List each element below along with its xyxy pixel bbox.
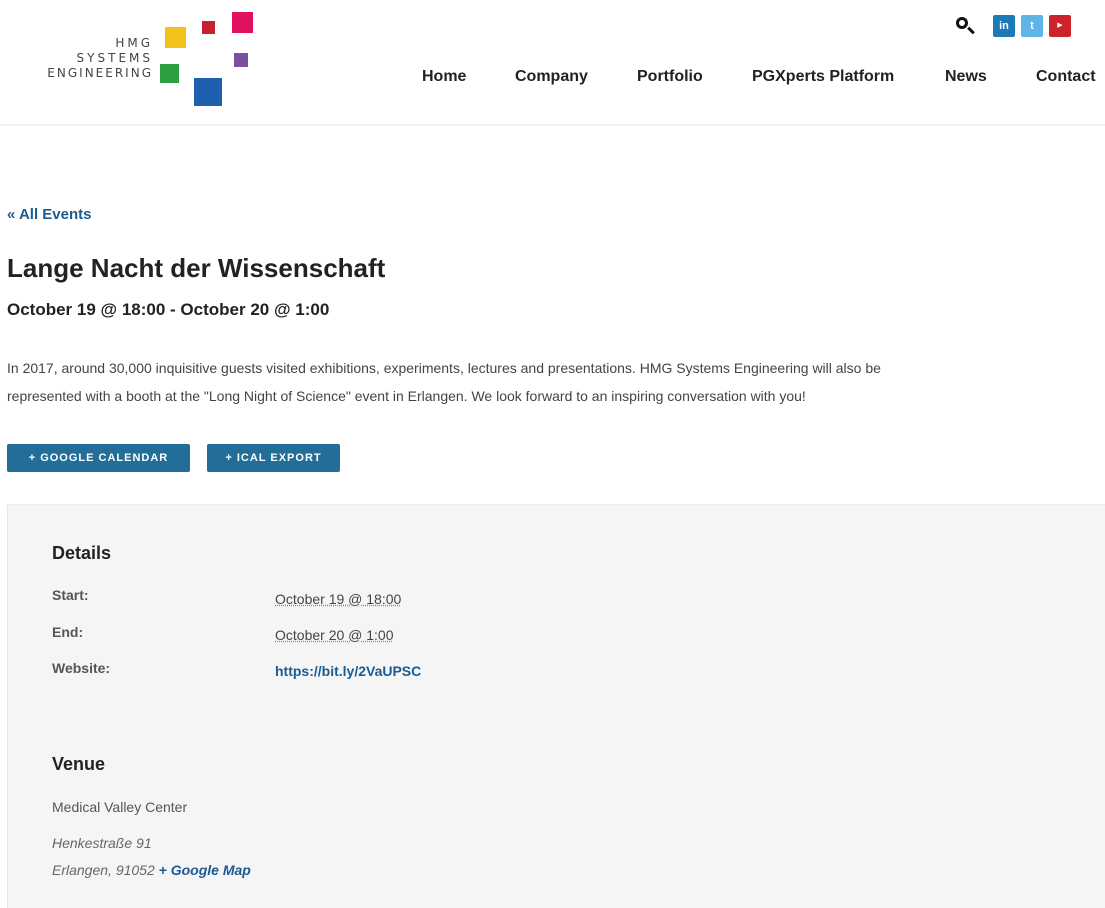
nav-item-portfolio[interactable]: Portfolio xyxy=(637,68,703,86)
main-nav: Home Company Portfolio PGXperts Platform… xyxy=(0,68,1105,92)
logo-square-red xyxy=(202,21,215,34)
event-date: October 19 @ 18:00 - October 20 @ 1:00 xyxy=(7,300,330,319)
nav-item-pgxperts-platform[interactable]: PGXperts Platform xyxy=(752,68,894,86)
venue-street: Henkestraße 91 xyxy=(52,835,152,851)
event-description: In 2017, around 30,000 inquisitive guest… xyxy=(7,354,1092,410)
end-label: End: xyxy=(52,624,84,640)
nav-item-news[interactable]: News xyxy=(945,68,987,86)
details-heading: Details xyxy=(52,543,112,563)
header-icons: in t ▶ xyxy=(953,14,1071,38)
twitter-icon[interactable]: t xyxy=(1021,15,1043,37)
google-map-link[interactable]: + Google Map xyxy=(159,862,251,878)
site-header: HMG SYSTEMS ENGINEERING in t ▶ Home Comp… xyxy=(0,0,1105,126)
venue-city-line: Erlangen, 91052 + Google Map xyxy=(52,862,251,878)
venue-city: Erlangen, 91052 xyxy=(52,862,155,878)
event-title: Lange Nacht der Wissenschaft xyxy=(7,253,386,283)
nav-item-contact[interactable]: Contact xyxy=(1036,68,1096,86)
nav-item-home[interactable]: Home xyxy=(422,68,466,86)
event-description-line1: In 2017, around 30,000 inquisitive guest… xyxy=(7,360,881,376)
nav-item-company[interactable]: Company xyxy=(515,68,588,86)
logo-square-purple xyxy=(234,53,248,67)
all-events-link[interactable]: « All Events xyxy=(7,206,91,223)
website-label: Website: xyxy=(52,660,111,676)
logo-square-pink xyxy=(232,12,253,33)
google-calendar-button[interactable]: + GOOGLE CALENDAR xyxy=(7,444,190,472)
end-value: October 20 @ 1:00 xyxy=(275,627,394,643)
event-description-line2: represented with a booth at the "Long Ni… xyxy=(7,388,806,404)
venue-heading: Venue xyxy=(52,754,106,774)
website-link[interactable]: https://bit.ly/2VaUPSC xyxy=(275,663,421,679)
youtube-icon[interactable]: ▶ xyxy=(1049,15,1071,37)
logo-text-line2: SYSTEMS xyxy=(76,51,153,65)
logo-text-line1: HMG xyxy=(115,36,153,50)
event-meta-panel: Details Start: October 19 @ 18:00 End: O… xyxy=(7,504,1105,908)
search-icon[interactable] xyxy=(953,14,977,38)
start-value: October 19 @ 18:00 xyxy=(275,591,402,607)
linkedin-icon[interactable]: in xyxy=(993,15,1015,37)
logo-square-yellow xyxy=(165,27,186,48)
hmg-logo[interactable]: HMG SYSTEMS ENGINEERING xyxy=(10,8,270,113)
ical-export-button[interactable]: + ICAL EXPORT xyxy=(207,444,340,472)
start-label: Start: xyxy=(52,587,89,603)
venue-name: Medical Valley Center xyxy=(52,799,188,815)
